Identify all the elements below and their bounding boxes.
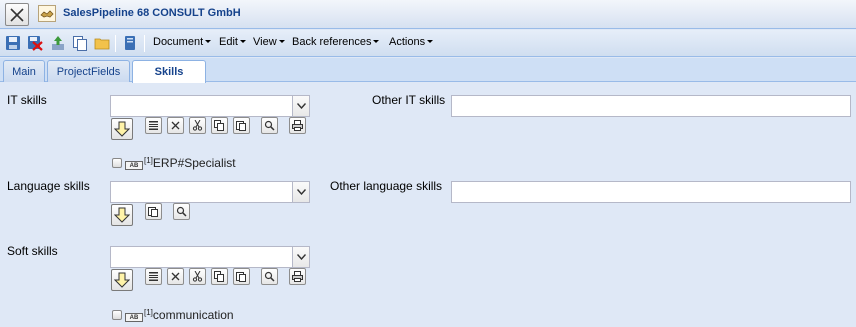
soft-skills-label: Soft skills xyxy=(7,244,58,258)
dropdown-trigger[interactable] xyxy=(292,182,309,202)
handshake-icon xyxy=(38,5,56,22)
soft-skill-selected-item: AB[1]communication xyxy=(112,308,234,322)
add-skill-button[interactable] xyxy=(111,118,133,140)
paste-icon xyxy=(236,272,246,282)
copy-icon xyxy=(214,120,224,131)
cut-button[interactable] xyxy=(189,117,206,134)
chevron-down-icon xyxy=(297,189,306,195)
language-skills-combo[interactable] xyxy=(110,181,310,203)
paste-button[interactable] xyxy=(233,268,250,285)
close-icon xyxy=(10,8,24,22)
arrow-down-icon xyxy=(114,207,130,223)
text-type-icon: AB xyxy=(125,161,143,170)
printer-icon xyxy=(292,271,303,282)
other-it-skills-label: Other IT skills xyxy=(372,93,446,107)
close-icon xyxy=(171,272,180,281)
selected-item-label: communication xyxy=(152,308,234,322)
remove-button[interactable] xyxy=(167,117,184,134)
tab-strip: Main ProjectFields Skills xyxy=(0,58,856,83)
paste-button[interactable] xyxy=(233,117,250,134)
caret-down-icon xyxy=(205,40,212,43)
search-button[interactable] xyxy=(261,268,278,285)
soft-skills-combo[interactable] xyxy=(110,246,310,268)
remove-button[interactable] xyxy=(167,268,184,285)
close-icon xyxy=(171,121,180,130)
chevron-down-icon xyxy=(297,103,306,109)
view-menu[interactable]: View xyxy=(253,36,285,48)
other-language-skills-label: Other language skills xyxy=(330,179,443,193)
caret-down-icon xyxy=(239,40,246,43)
list-icon xyxy=(149,121,158,130)
arrow-down-icon xyxy=(114,121,130,137)
it-skills-label: IT skills xyxy=(7,93,47,107)
tab-project-fields[interactable]: ProjectFields xyxy=(47,60,130,82)
add-language-button[interactable] xyxy=(111,204,133,226)
close-window-button[interactable] xyxy=(5,3,29,26)
caret-down-icon xyxy=(427,40,434,43)
add-soft-skill-button[interactable] xyxy=(111,269,133,291)
document-icon[interactable] xyxy=(122,35,138,51)
tab-main[interactable]: Main xyxy=(3,60,45,82)
edit-menu[interactable]: Edit xyxy=(219,36,246,48)
selection-checkbox[interactable] xyxy=(112,310,122,320)
delete-save-icon[interactable] xyxy=(27,35,43,51)
language-skills-label: Language skills xyxy=(7,179,90,193)
list-button[interactable] xyxy=(145,268,162,285)
search-icon xyxy=(264,120,275,131)
selection-checkbox[interactable] xyxy=(112,158,122,168)
other-it-skills-field[interactable] xyxy=(451,95,851,117)
actions-menu[interactable]: Actions xyxy=(389,36,434,48)
selected-item-label: ERP#Specialist xyxy=(152,156,236,170)
caret-down-icon xyxy=(373,40,380,43)
title-bar: SalesPipeline 68 CONSULT GmbH xyxy=(0,0,856,29)
copy-button[interactable] xyxy=(211,117,228,134)
document-menu[interactable]: Document xyxy=(153,36,212,48)
print-button[interactable] xyxy=(289,268,306,285)
paste-button[interactable] xyxy=(145,203,162,220)
search-icon xyxy=(264,271,275,282)
copy-icon[interactable] xyxy=(72,35,88,51)
tab-skills[interactable]: Skills xyxy=(132,60,206,83)
other-language-skills-field[interactable] xyxy=(451,181,851,203)
list-icon xyxy=(149,272,158,281)
chevron-down-icon xyxy=(297,254,306,260)
dropdown-trigger[interactable] xyxy=(292,96,309,116)
copy-button[interactable] xyxy=(211,268,228,285)
paste-icon xyxy=(148,207,158,217)
dropdown-trigger[interactable] xyxy=(292,247,309,267)
paste-icon xyxy=(236,121,246,131)
caret-down-icon xyxy=(278,40,285,43)
toolbar: Document Edit View Back references Actio… xyxy=(0,30,856,57)
scissors-icon xyxy=(192,120,203,131)
it-skill-selected-item: AB[1]ERP#Specialist xyxy=(112,156,236,170)
save-icon[interactable] xyxy=(5,35,21,51)
search-icon xyxy=(176,206,187,217)
folder-icon[interactable] xyxy=(94,35,110,51)
window-title: SalesPipeline 68 CONSULT GmbH xyxy=(63,7,241,19)
print-button[interactable] xyxy=(289,117,306,134)
printer-icon xyxy=(292,120,303,131)
list-button[interactable] xyxy=(145,117,162,134)
scissors-icon xyxy=(192,271,203,282)
search-button[interactable] xyxy=(173,203,190,220)
upload-icon[interactable] xyxy=(50,35,66,51)
copy-icon xyxy=(214,271,224,282)
toolbar-separator xyxy=(115,35,116,52)
toolbar-separator xyxy=(144,35,145,52)
text-type-icon: AB xyxy=(125,313,143,322)
it-skills-combo[interactable] xyxy=(110,95,310,117)
search-button[interactable] xyxy=(261,117,278,134)
back-references-menu[interactable]: Back references xyxy=(292,36,380,48)
arrow-down-icon xyxy=(114,272,130,288)
cut-button[interactable] xyxy=(189,268,206,285)
